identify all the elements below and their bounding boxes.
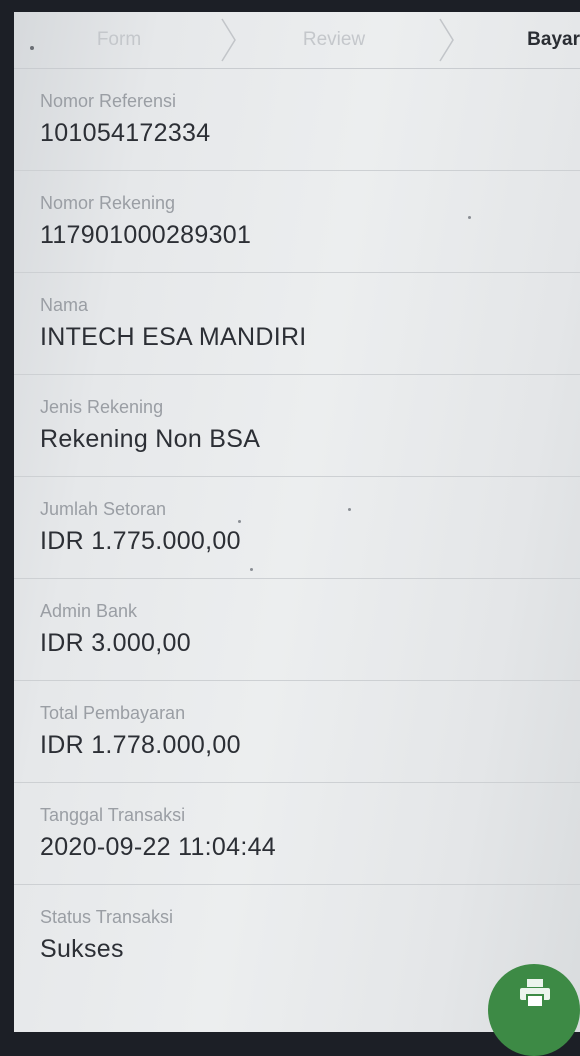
detail-row-jumlah-setoran: Jumlah Setoran IDR 1.775.000,00 xyxy=(14,477,580,579)
print-button[interactable] xyxy=(488,964,580,1056)
screen-speck xyxy=(238,520,241,523)
step-bayar-label: Bayar xyxy=(527,29,580,50)
detail-row-nomor-rekening: Nomor Rekening 117901000289301 xyxy=(14,171,580,273)
detail-row-tanggal-transaksi: Tanggal Transaksi 2020-09-22 11:04:44 xyxy=(14,783,580,885)
detail-row-nomor-referensi: Nomor Referensi 101054172334 xyxy=(14,69,580,171)
screen-speck xyxy=(250,568,253,571)
detail-value: 101054172334 xyxy=(40,119,211,147)
detail-label: Tanggal Transaksi xyxy=(40,805,186,825)
detail-label: Nama xyxy=(40,295,89,315)
screen-speck xyxy=(348,508,351,511)
step-review-label: Review xyxy=(302,29,366,50)
detail-label: Total Pembayaran xyxy=(40,703,186,723)
detail-value: IDR 1.775.000,00 xyxy=(40,527,241,555)
screen-speck xyxy=(468,216,471,219)
detail-value: 117901000289301 xyxy=(40,221,252,249)
status-value: Sukses xyxy=(40,935,124,963)
detail-label: Nomor Rekening xyxy=(40,193,176,213)
detail-row-jenis-rekening: Jenis Rekening Rekening Non BSA xyxy=(14,375,580,477)
step-form[interactable]: Form xyxy=(14,12,224,68)
detail-label: Jumlah Setoran xyxy=(40,499,167,519)
detail-label: Admin Bank xyxy=(40,601,138,621)
step-indicator: Form Review Bayar xyxy=(14,12,580,69)
step-form-label: Form xyxy=(96,29,142,50)
phone-screen: Form Review Bayar Nomor Referensi 101054… xyxy=(14,12,580,1032)
photo-background: Form Review Bayar Nomor Referensi 101054… xyxy=(0,0,580,1056)
detail-value: 2020-09-22 11:04:44 xyxy=(40,833,276,861)
detail-row-nama: Nama INTECH ESA MANDIRI xyxy=(14,273,580,375)
step-review[interactable]: Review xyxy=(224,12,444,68)
detail-value: Rekening Non BSA xyxy=(40,425,261,453)
detail-label: Status Transaksi xyxy=(40,907,174,927)
detail-row-admin-bank: Admin Bank IDR 3.000,00 xyxy=(14,579,580,681)
transaction-details: Nomor Referensi 101054172334 Nomor Reken… xyxy=(14,69,580,987)
detail-value: IDR 1.778.000,00 xyxy=(40,731,241,759)
detail-label: Nomor Referensi xyxy=(40,91,177,111)
step-bayar[interactable]: Bayar xyxy=(444,12,580,68)
detail-label: Jenis Rekening xyxy=(40,397,164,417)
detail-value: INTECH ESA MANDIRI xyxy=(40,323,307,351)
print-icon xyxy=(520,979,550,1008)
detail-value: IDR 3.000,00 xyxy=(40,629,191,657)
detail-row-status-transaksi: Status Transaksi Sukses xyxy=(14,885,580,987)
detail-row-total-pembayaran: Total Pembayaran IDR 1.778.000,00 xyxy=(14,681,580,783)
